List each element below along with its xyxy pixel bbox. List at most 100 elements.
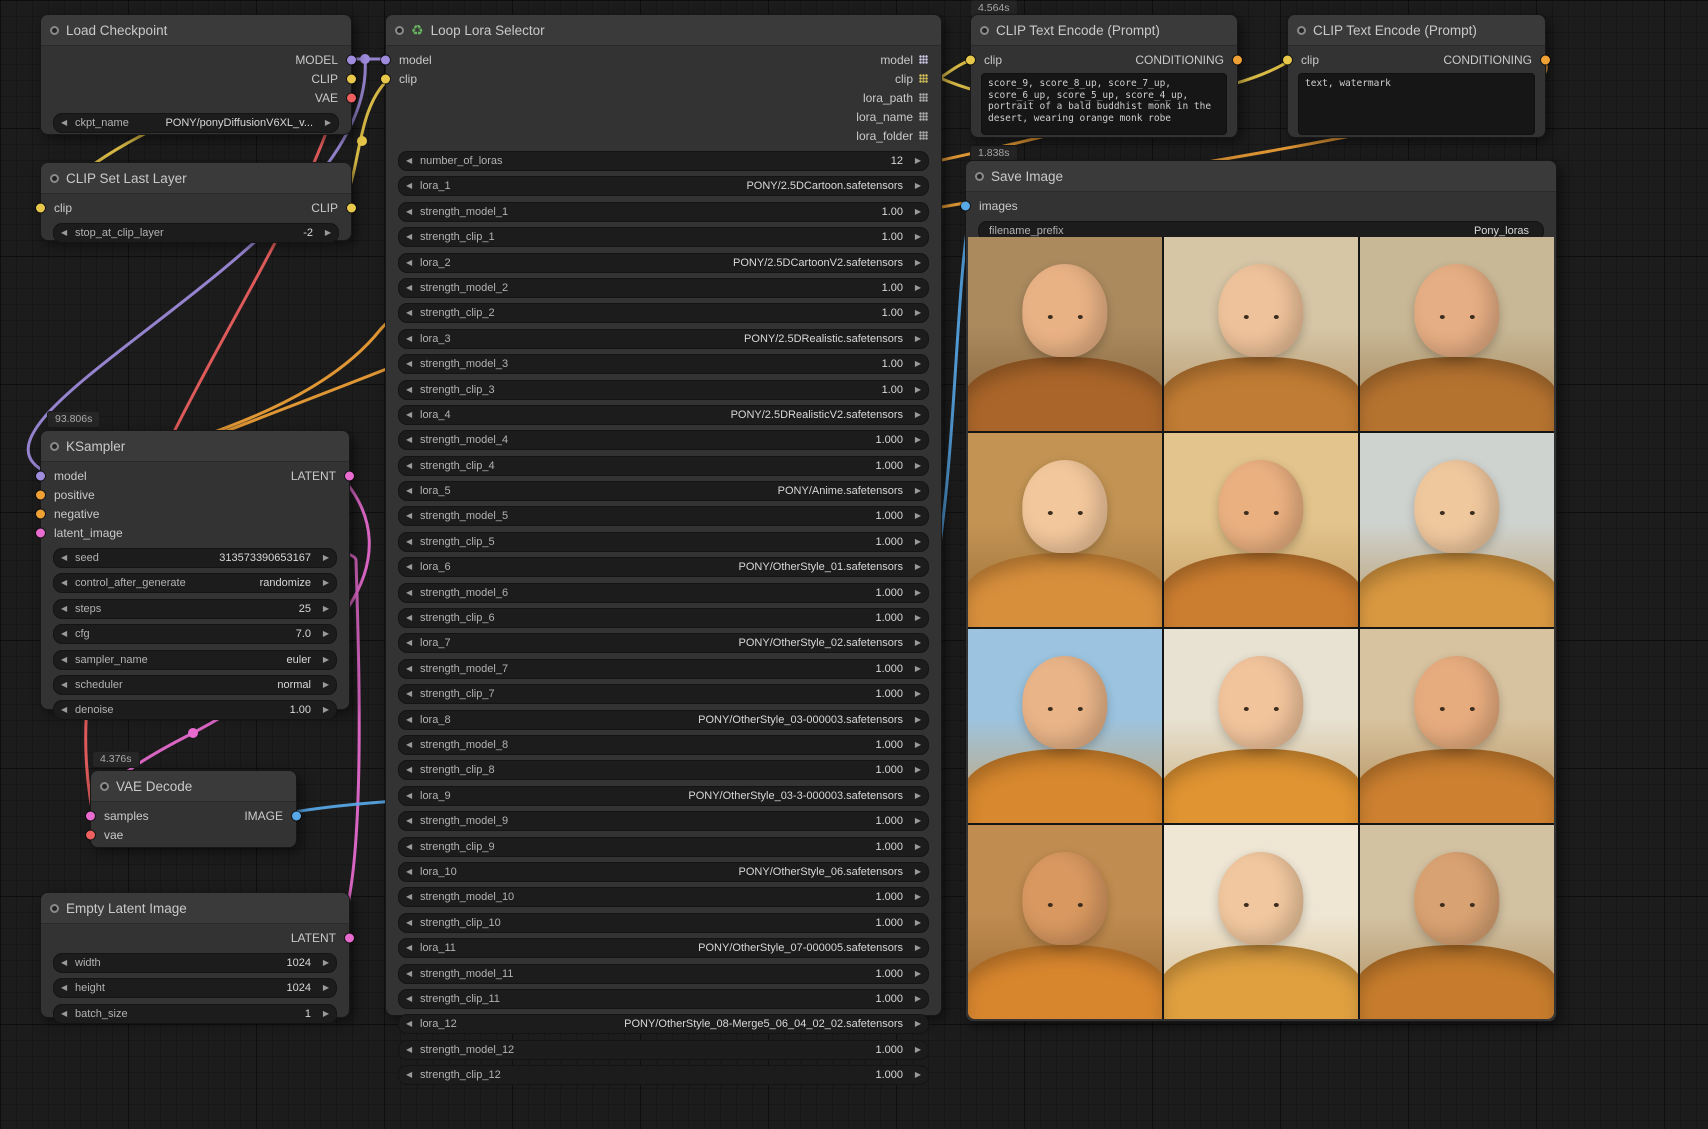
decrement-arrow-icon[interactable]: ◀	[406, 792, 417, 800]
node-titlebar[interactable]: CLIP Text Encode (Prompt)	[971, 15, 1237, 46]
increment-arrow-icon[interactable]: ▶	[318, 959, 329, 967]
increment-arrow-icon[interactable]: ▶	[910, 893, 921, 901]
decrement-arrow-icon[interactable]: ◀	[61, 656, 72, 664]
lora-name-output-grid-icon[interactable]	[919, 112, 928, 121]
decrement-arrow-icon[interactable]: ◀	[406, 157, 417, 165]
collapse-dot-icon[interactable]	[1297, 26, 1306, 35]
decrement-arrow-icon[interactable]: ◀	[406, 1046, 417, 1054]
increment-arrow-icon[interactable]: ▶	[910, 614, 921, 622]
node-titlebar[interactable]: Empty Latent Image	[41, 893, 349, 924]
decrement-arrow-icon[interactable]: ◀	[406, 639, 417, 647]
collapse-dot-icon[interactable]	[50, 174, 59, 183]
node-clip-text-encode-negative[interactable]: CLIP Text Encode (Prompt) clip CONDITION…	[1287, 14, 1546, 138]
node-load-checkpoint[interactable]: Load Checkpoint MODEL CLIP VAE ◀ckpt_nam…	[40, 14, 352, 135]
increment-arrow-icon[interactable]: ▶	[910, 1046, 921, 1054]
widget-denoise[interactable]: ◀denoise1.00▶	[53, 700, 337, 720]
latent-output-port[interactable]	[345, 933, 354, 942]
positive-input-port[interactable]	[36, 490, 45, 499]
increment-arrow-icon[interactable]: ▶	[910, 436, 921, 444]
increment-arrow-icon[interactable]: ▶	[910, 411, 921, 419]
decrement-arrow-icon[interactable]: ◀	[406, 766, 417, 774]
widget-strength_clip_6[interactable]: ◀strength_clip_61.000▶	[398, 608, 929, 628]
increment-arrow-icon[interactable]: ▶	[910, 208, 921, 216]
increment-arrow-icon[interactable]: ▶	[320, 229, 331, 237]
decrement-arrow-icon[interactable]: ◀	[406, 893, 417, 901]
vae-output-port[interactable]	[347, 93, 356, 102]
node-titlebar[interactable]: VAE Decode	[91, 771, 296, 802]
increment-arrow-icon[interactable]: ▶	[910, 639, 921, 647]
decrement-arrow-icon[interactable]: ◀	[406, 665, 417, 673]
clip-input-port[interactable]	[966, 55, 975, 64]
increment-arrow-icon[interactable]: ▶	[318, 706, 329, 714]
widget-lora_12[interactable]: ◀lora_12PONY/OtherStyle_08-Merge5_06_04_…	[398, 1014, 929, 1034]
increment-arrow-icon[interactable]: ▶	[910, 716, 921, 724]
decrement-arrow-icon[interactable]: ◀	[406, 614, 417, 622]
decrement-arrow-icon[interactable]: ◀	[406, 843, 417, 851]
collapse-dot-icon[interactable]	[980, 26, 989, 35]
decrement-arrow-icon[interactable]: ◀	[406, 436, 417, 444]
decrement-arrow-icon[interactable]: ◀	[61, 984, 72, 992]
widget-height[interactable]: ◀height1024▶	[53, 978, 337, 998]
increment-arrow-icon[interactable]: ▶	[910, 843, 921, 851]
model-input-port[interactable]	[381, 55, 390, 64]
node-ksampler[interactable]: KSampler model LATENT positive negative …	[40, 430, 350, 710]
increment-arrow-icon[interactable]: ▶	[910, 919, 921, 927]
decrement-arrow-icon[interactable]: ◀	[406, 182, 417, 190]
decrement-arrow-icon[interactable]: ◀	[61, 605, 72, 613]
clip-output-grid-icon[interactable]	[919, 74, 928, 83]
increment-arrow-icon[interactable]: ▶	[318, 681, 329, 689]
widget-strength_model_12[interactable]: ◀strength_model_121.000▶	[398, 1040, 929, 1060]
conditioning-output-port[interactable]	[1541, 55, 1550, 64]
decrement-arrow-icon[interactable]: ◀	[61, 554, 72, 562]
decrement-arrow-icon[interactable]: ◀	[406, 233, 417, 241]
decrement-arrow-icon[interactable]: ◀	[406, 360, 417, 368]
widget-strength_model_3[interactable]: ◀strength_model_31.00▶	[398, 354, 929, 374]
widget-width[interactable]: ◀width1024▶	[53, 953, 337, 973]
increment-arrow-icon[interactable]: ▶	[910, 741, 921, 749]
decrement-arrow-icon[interactable]: ◀	[406, 1020, 417, 1028]
decrement-arrow-icon[interactable]: ◀	[61, 706, 72, 714]
increment-arrow-icon[interactable]: ▶	[318, 984, 329, 992]
widget-strength_clip_9[interactable]: ◀strength_clip_91.000▶	[398, 837, 929, 857]
increment-arrow-icon[interactable]: ▶	[910, 792, 921, 800]
model-output-grid-icon[interactable]	[919, 55, 928, 64]
widget-strength_clip_8[interactable]: ◀strength_clip_81.000▶	[398, 760, 929, 780]
widget-lora_3[interactable]: ◀lora_3PONY/2.5DRealistic.safetensors▶	[398, 329, 929, 349]
decrement-arrow-icon[interactable]: ◀	[406, 919, 417, 927]
widget-lora_2[interactable]: ◀lora_2PONY/2.5DCartoonV2.safetensors▶	[398, 253, 929, 273]
increment-arrow-icon[interactable]: ▶	[318, 630, 329, 638]
decrement-arrow-icon[interactable]: ◀	[406, 386, 417, 394]
decrement-arrow-icon[interactable]: ◀	[406, 995, 417, 1003]
decrement-arrow-icon[interactable]: ◀	[61, 959, 72, 967]
decrement-arrow-icon[interactable]: ◀	[406, 335, 417, 343]
decrement-arrow-icon[interactable]: ◀	[406, 487, 417, 495]
node-loop-lora-selector[interactable]: ♻ Loop Lora Selector model model clip cl…	[385, 14, 942, 1016]
widget-seed[interactable]: ◀seed313573390653167▶	[53, 548, 337, 568]
decrement-arrow-icon[interactable]: ◀	[406, 1071, 417, 1079]
decrement-arrow-icon[interactable]: ◀	[61, 630, 72, 638]
widget-batch_size[interactable]: ◀batch_size1▶	[53, 1004, 337, 1024]
decrement-arrow-icon[interactable]: ◀	[406, 538, 417, 546]
decrement-arrow-icon[interactable]: ◀	[406, 512, 417, 520]
decrement-arrow-icon[interactable]: ◀	[406, 589, 417, 597]
increment-arrow-icon[interactable]: ▶	[318, 554, 329, 562]
decrement-arrow-icon[interactable]: ◀	[61, 681, 72, 689]
widget-strength_model_2[interactable]: ◀strength_model_21.00▶	[398, 278, 929, 298]
model-input-port[interactable]	[36, 471, 45, 480]
increment-arrow-icon[interactable]: ▶	[318, 1010, 329, 1018]
widget-lora_8[interactable]: ◀lora_8PONY/OtherStyle_03-000003.safeten…	[398, 710, 929, 730]
widget-strength_clip_2[interactable]: ◀strength_clip_21.00▶	[398, 303, 929, 323]
widget-strength_model_1[interactable]: ◀strength_model_11.00▶	[398, 202, 929, 222]
latent-image-input-port[interactable]	[36, 528, 45, 537]
node-titlebar[interactable]: ♻ Loop Lora Selector	[386, 15, 941, 46]
image-output-port[interactable]	[292, 811, 301, 820]
increment-arrow-icon[interactable]: ▶	[910, 259, 921, 267]
decrement-arrow-icon[interactable]: ◀	[61, 119, 72, 127]
increment-arrow-icon[interactable]: ▶	[910, 665, 921, 673]
widget-strength_clip_3[interactable]: ◀strength_clip_31.00▶	[398, 380, 929, 400]
prompt-textarea[interactable]: score_9, score_8_up, score_7_up, score_6…	[981, 73, 1227, 135]
prompt-textarea[interactable]: text, watermark	[1298, 73, 1535, 135]
decrement-arrow-icon[interactable]: ◀	[406, 970, 417, 978]
widget-strength_model_7[interactable]: ◀strength_model_71.000▶	[398, 659, 929, 679]
increment-arrow-icon[interactable]: ▶	[910, 944, 921, 952]
